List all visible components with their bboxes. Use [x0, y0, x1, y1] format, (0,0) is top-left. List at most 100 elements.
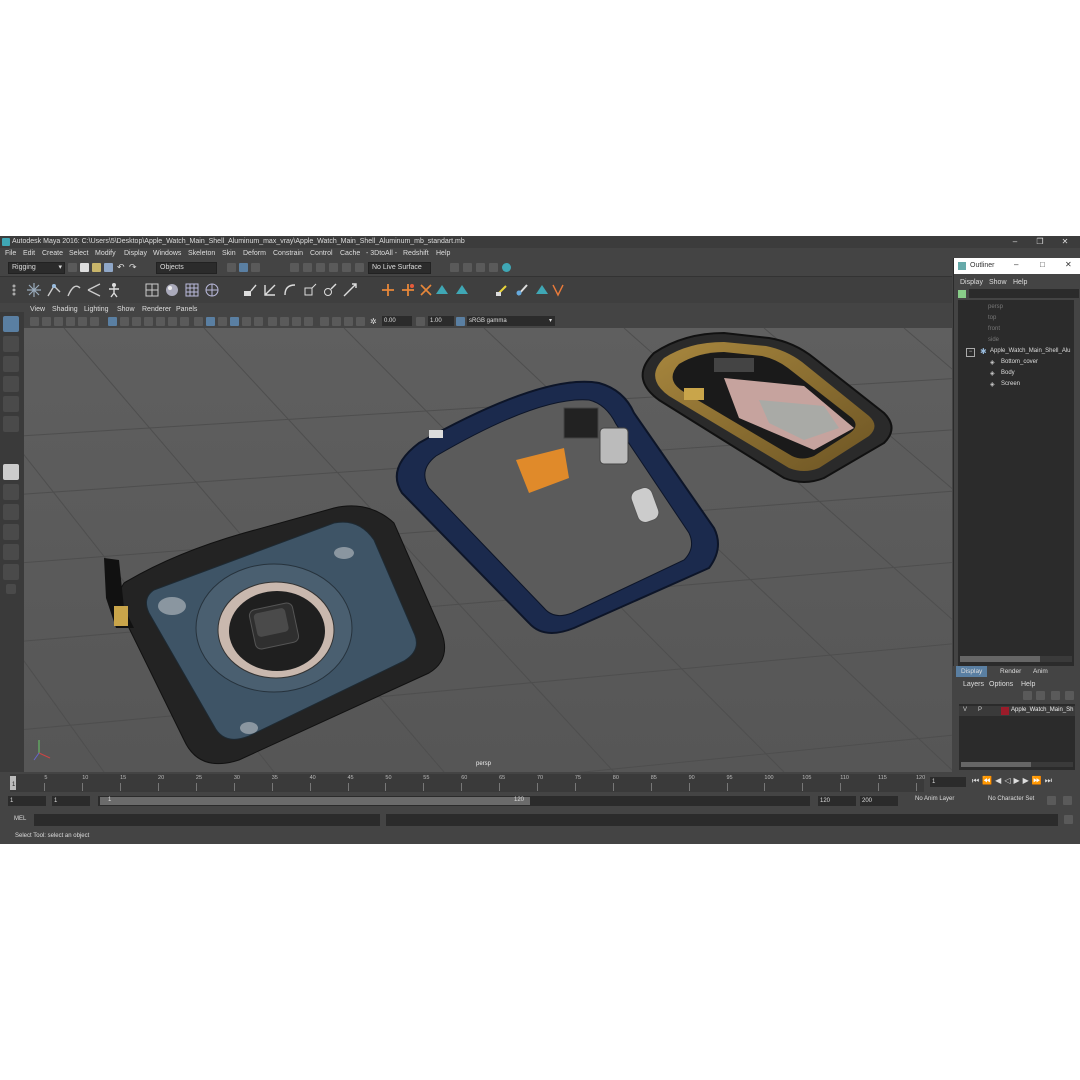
- layer-name[interactable]: Apple_Watch_Main_Sh: [1011, 707, 1073, 713]
- menu-select[interactable]: Select: [69, 248, 88, 260]
- field-chart-icon[interactable]: [156, 317, 165, 326]
- snap-view-plane-icon[interactable]: [329, 263, 338, 272]
- shadows-icon[interactable]: [254, 317, 263, 326]
- scale-tool-icon[interactable]: [3, 416, 19, 432]
- panel-menu-show[interactable]: Show: [117, 304, 135, 315]
- range-bar[interactable]: 1 120: [98, 796, 810, 806]
- menu-3dtoall[interactable]: - 3DtoAll -: [366, 248, 397, 260]
- menu-help[interactable]: Help: [436, 248, 450, 260]
- outliner-menu-show[interactable]: Show: [989, 277, 1007, 289]
- auto-key-icon[interactable]: [1047, 796, 1056, 805]
- menu-windows[interactable]: Windows: [153, 248, 181, 260]
- go-to-start-icon[interactable]: ⏮: [972, 776, 982, 785]
- snap-together-icon[interactable]: [355, 263, 364, 272]
- step-forward-key-icon[interactable]: ⏩: [1032, 776, 1045, 785]
- safe-action-icon[interactable]: [168, 317, 177, 326]
- anti-alias-icon[interactable]: [292, 317, 301, 326]
- snap-curve-icon[interactable]: [303, 263, 312, 272]
- scale-constraint-icon[interactable]: [302, 282, 318, 298]
- xray-icon[interactable]: [332, 317, 341, 326]
- 2d-pan-icon[interactable]: [78, 317, 87, 326]
- parent-constraint-icon[interactable]: [242, 282, 258, 298]
- command-input[interactable]: [34, 814, 380, 826]
- hsh-icon-a[interactable]: [434, 282, 450, 298]
- undo-icon[interactable]: ↶: [117, 263, 126, 272]
- move-layer-down-icon[interactable]: [1036, 691, 1045, 700]
- persp-outliner-layout-icon[interactable]: [3, 504, 19, 520]
- textured-icon[interactable]: [230, 317, 239, 326]
- four-view-layout-icon[interactable]: [3, 484, 19, 500]
- ik-spline-icon[interactable]: [66, 282, 82, 298]
- ik-handle-icon[interactable]: [46, 282, 62, 298]
- image-plane-icon[interactable]: [66, 317, 75, 326]
- anim-start-field[interactable]: 1: [8, 796, 46, 806]
- save-scene-icon[interactable]: [104, 263, 113, 272]
- live-surface-field[interactable]: No Live Surface: [368, 262, 431, 274]
- ssao-icon[interactable]: [268, 317, 277, 326]
- menu-control[interactable]: Control: [310, 248, 333, 260]
- tab-anim[interactable]: Anim: [1028, 666, 1053, 677]
- hierarchy-mode-icon[interactable]: [227, 263, 236, 272]
- select-mode-dropdown[interactable]: Objects: [156, 262, 217, 274]
- grease-pencil-icon[interactable]: [90, 317, 99, 326]
- menu-constrain[interactable]: Constrain: [273, 248, 303, 260]
- command-language-toggle[interactable]: MEL: [14, 816, 26, 822]
- hypershade-layout-icon[interactable]: [3, 544, 19, 560]
- menu-display[interactable]: Display: [124, 248, 147, 260]
- open-scene-icon[interactable]: [92, 263, 101, 272]
- xray-joints-icon[interactable]: [344, 317, 353, 326]
- viewport-canvas[interactable]: [24, 328, 952, 772]
- render-view-icon[interactable]: [450, 263, 459, 272]
- outliner-minimize-button[interactable]: –: [1014, 260, 1018, 269]
- persp-graph-layout-icon[interactable]: [3, 524, 19, 540]
- step-back-key-icon[interactable]: ⏪: [982, 776, 995, 785]
- film-gate-icon[interactable]: [120, 317, 129, 326]
- perspective-viewport[interactable]: persp: [24, 328, 952, 772]
- new-scene-icon[interactable]: [80, 263, 89, 272]
- playback-end-field[interactable]: 120: [818, 796, 856, 806]
- snap-point-icon[interactable]: [316, 263, 325, 272]
- outliner-item-top[interactable]: top: [988, 315, 996, 321]
- outliner-close-button[interactable]: ✕: [1065, 260, 1072, 269]
- paint-effects-icon[interactable]: [494, 282, 510, 298]
- grid-toggle-icon[interactable]: [108, 317, 117, 326]
- wireframe-on-shaded-icon[interactable]: [218, 317, 227, 326]
- shelf-tab-handle-icon[interactable]: [6, 282, 22, 298]
- collapse-icon[interactable]: −: [966, 348, 975, 357]
- layer-menu-options[interactable]: Options: [989, 679, 1013, 691]
- menu-create[interactable]: Create: [42, 248, 63, 260]
- go-to-end-icon[interactable]: ⏭: [1045, 776, 1055, 785]
- scene-icon[interactable]: [68, 263, 77, 272]
- object-mode-icon[interactable]: [239, 263, 248, 272]
- reset-transform-icon[interactable]: [400, 282, 416, 298]
- menuset-dropdown[interactable]: Rigging ▾: [8, 262, 65, 274]
- resolution-gate-icon[interactable]: [132, 317, 141, 326]
- custom-layout-icon[interactable]: [6, 584, 16, 594]
- layer-visibility-toggle[interactable]: V: [963, 707, 967, 713]
- step-forward-frame-icon[interactable]: ▶: [1023, 776, 1032, 785]
- ipr-render-icon[interactable]: [476, 263, 485, 272]
- menu-deform[interactable]: Deform: [243, 248, 266, 260]
- gamma-field[interactable]: 1.00: [428, 316, 454, 326]
- outliner-scrollbar[interactable]: [960, 656, 1072, 662]
- outliner-layout-icon[interactable]: [3, 564, 19, 580]
- menu-skin[interactable]: Skin: [222, 248, 236, 260]
- outliner-item-bottom-cover[interactable]: Bottom_cover: [1001, 359, 1038, 365]
- outliner-item-persp[interactable]: persp: [988, 304, 1003, 310]
- time-slider[interactable]: 1 5 10 15 20 25 30 35 40 45 50 55 60 65 70 75 80 85 90 95 1…: [0, 772, 1080, 794]
- joint-tool-icon[interactable]: [26, 282, 42, 298]
- outliner-maximize-button[interactable]: □: [1040, 260, 1045, 269]
- bookmarks-icon[interactable]: [54, 317, 63, 326]
- anim-end-field[interactable]: 200: [860, 796, 898, 806]
- isolate-select-icon[interactable]: [320, 317, 329, 326]
- lasso-tool-icon[interactable]: [3, 336, 19, 352]
- outliner-search-field[interactable]: [969, 289, 1079, 298]
- single-perspective-layout-icon[interactable]: [3, 464, 19, 480]
- lock-camera-icon[interactable]: [42, 317, 51, 326]
- layer-color-swatch[interactable]: [1001, 707, 1009, 715]
- outliner-filter-icon[interactable]: [958, 290, 966, 298]
- outliner-menu-help[interactable]: Help: [1013, 277, 1027, 289]
- menu-edit[interactable]: Edit: [23, 248, 35, 260]
- outliner-item-group[interactable]: Apple_Watch_Main_Shell_Alu: [990, 348, 1071, 354]
- bind-skin-icon[interactable]: [144, 282, 160, 298]
